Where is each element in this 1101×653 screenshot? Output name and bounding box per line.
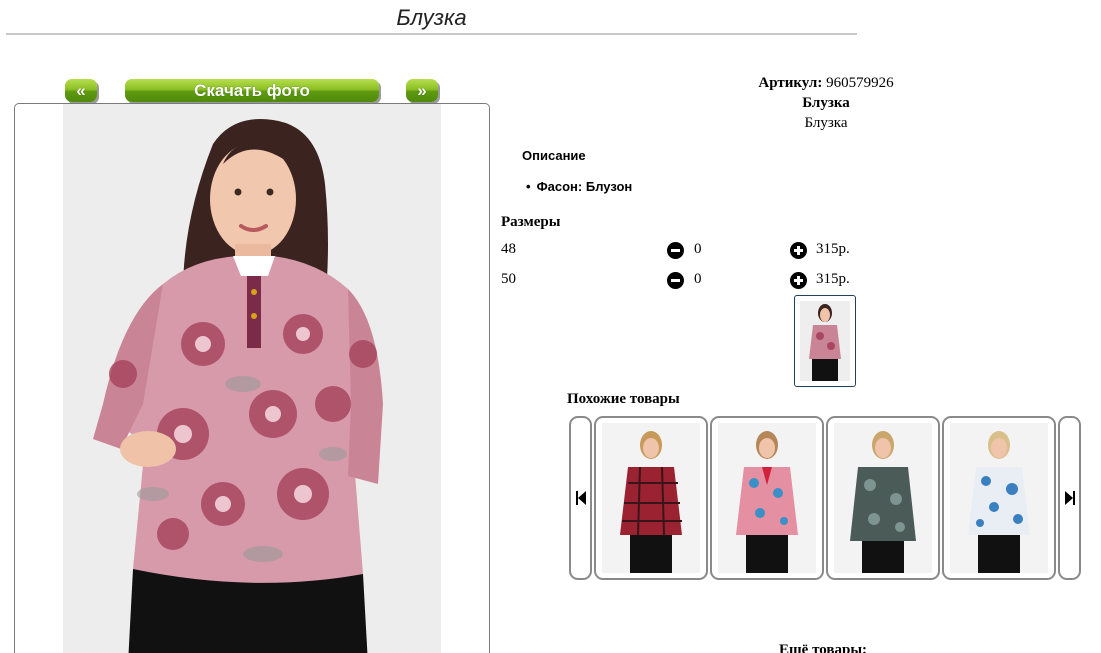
description-item: • Фасон: Блузон — [526, 179, 632, 194]
similar-products-title: Похожие товары — [567, 391, 680, 407]
product-subtitle: Блузка — [804, 115, 848, 131]
skip-forward-icon — [1065, 491, 1075, 505]
main-photo-frame — [14, 103, 490, 653]
price-value: 315р. — [816, 241, 850, 257]
article-value: 960579926 — [826, 75, 894, 91]
next-photo-button[interactable]: » — [406, 79, 438, 102]
article-line: Артикул: 960579926 — [626, 75, 1026, 92]
sizes-title: Размеры — [501, 214, 561, 230]
similar-product-card[interactable] — [826, 416, 940, 580]
bullet-icon: • — [526, 179, 531, 194]
prev-photo-button[interactable]: « — [65, 79, 97, 102]
similar-product-image — [950, 423, 1048, 573]
size-value: 50 — [501, 271, 516, 287]
plus-icon[interactable] — [790, 242, 807, 259]
product-thumbnail[interactable] — [794, 295, 856, 387]
size-value: 48 — [501, 241, 516, 257]
plus-icon[interactable] — [790, 272, 807, 289]
similar-product-image — [602, 423, 700, 573]
description-title: Описание — [522, 148, 586, 163]
article-label: Артикул: — [758, 75, 823, 91]
main-product-photo[interactable] — [63, 104, 441, 653]
quantity-value: 0 — [694, 271, 702, 287]
carousel-prev-button[interactable] — [569, 416, 592, 580]
download-photo-button[interactable]: Скачать фото — [125, 79, 379, 102]
price-value: 315р. — [816, 271, 850, 287]
page-title: Блузка — [6, 4, 857, 35]
similar-product-image — [718, 423, 816, 573]
size-row: 48 0 315р. — [501, 241, 901, 261]
product-name: Блузка — [802, 95, 850, 111]
skip-back-icon — [576, 491, 586, 505]
similar-product-card[interactable] — [942, 416, 1056, 580]
minus-icon[interactable] — [667, 242, 684, 259]
minus-icon[interactable] — [667, 272, 684, 289]
similar-product-card[interactable] — [594, 416, 708, 580]
quantity-value: 0 — [694, 241, 702, 257]
description-item-text: Фасон: Блузон — [536, 179, 633, 194]
thumbnail-image — [800, 301, 850, 381]
more-products-title: Ещё товары: — [779, 642, 868, 653]
size-row: 50 0 315р. — [501, 271, 901, 291]
similar-product-image — [834, 423, 932, 573]
similar-product-card[interactable] — [710, 416, 824, 580]
carousel-next-button[interactable] — [1058, 416, 1081, 580]
